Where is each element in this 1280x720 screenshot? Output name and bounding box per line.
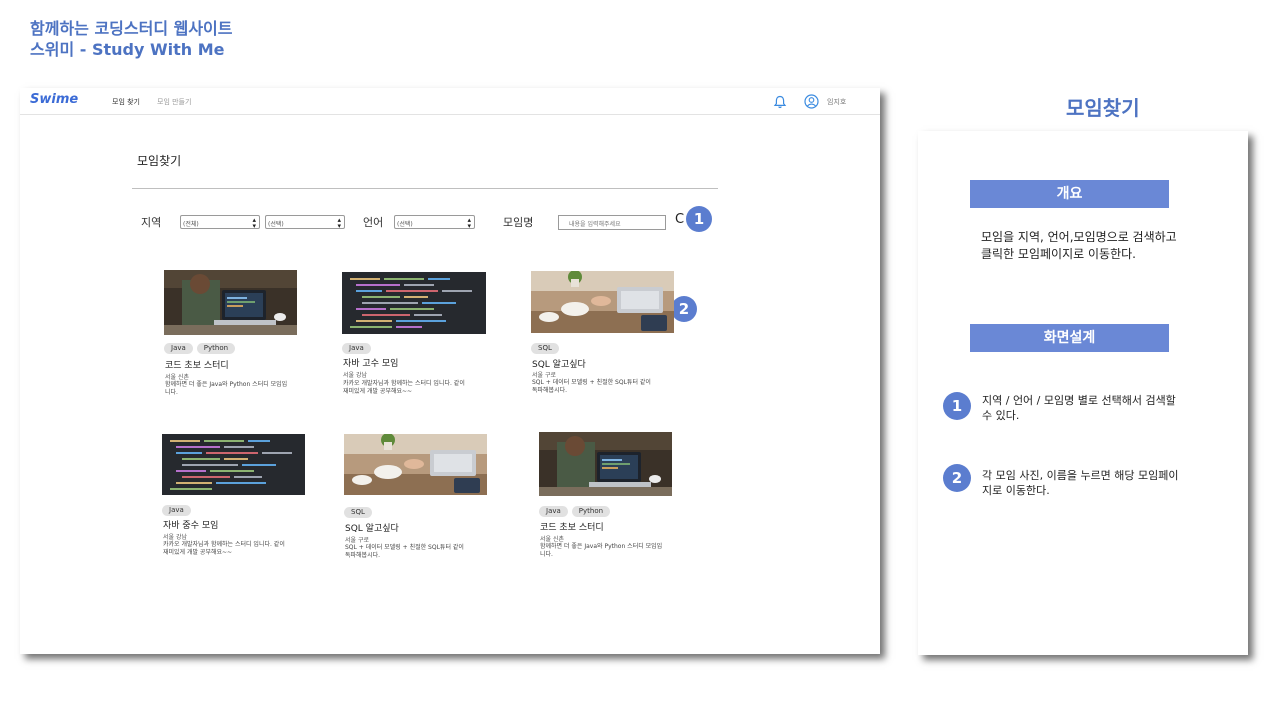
nav-create-link[interactable]: 모임 만들기 [157, 97, 191, 107]
card-image[interactable] [162, 434, 305, 495]
top-nav: Swime 모임 찾기 모임 만들기 임지호 [20, 88, 880, 115]
nav-find-link[interactable]: 모임 찾기 [112, 97, 140, 107]
card-description: 카카오 개발자님과 함께하는 스터디 입니다. 같이 재미있게 개발 공부해요~… [343, 380, 465, 395]
logo[interactable]: Swime [30, 92, 78, 107]
card-tags: Java Python [164, 343, 236, 354]
tag: SQL [344, 507, 372, 518]
search-icon[interactable]: C [675, 212, 684, 227]
divider [132, 188, 718, 189]
card-location: 서울 신촌 [165, 374, 189, 381]
card-description: 함께하면 더 좋은 Java와 Python 스터디 모임입니다. [165, 381, 288, 396]
tag: Python [196, 343, 236, 354]
tag: Java [342, 343, 371, 354]
updown-arrow-icon: ▴ ▾ [337, 216, 341, 230]
card-tags: SQL [531, 343, 559, 354]
card-title[interactable]: 자바 중수 모임 [163, 518, 218, 531]
card-description: SQL + 데이터 모델링 + 친절한 SQL튜터 같이 독파해봅시다. [345, 544, 464, 559]
card-image[interactable] [539, 432, 672, 496]
marker-2: 2 [671, 296, 697, 322]
user-circle-icon[interactable] [804, 94, 819, 109]
region-select-1[interactable]: (전체) ▴ ▾ [180, 215, 260, 230]
card-image[interactable] [164, 270, 297, 335]
region-label: 지역 [141, 216, 162, 229]
card-location: 서울 구로 [532, 372, 556, 379]
card-tags: Java [162, 505, 191, 516]
tag: SQL [531, 343, 559, 354]
card-title[interactable]: SQL 알고싶다 [532, 357, 586, 370]
tag: Java [539, 506, 568, 517]
card-tags: Java [342, 343, 371, 354]
side-title: 모임찾기 [1066, 96, 1140, 120]
page-mockup: Swime 모임 찾기 모임 만들기 임지호 모임찾기 지역 (전체) ▴ ▾ (선… [20, 88, 880, 654]
item-1-badge: 1 [943, 392, 971, 420]
card-image[interactable] [344, 434, 487, 495]
card-location: 서울 구로 [345, 537, 369, 544]
item-2-badge: 2 [943, 464, 971, 492]
updown-arrow-icon: ▴ ▾ [252, 216, 256, 230]
card-title[interactable]: SQL 알고싶다 [345, 521, 399, 534]
username[interactable]: 임지호 [827, 97, 846, 107]
search-input[interactable] [558, 215, 666, 230]
card-title[interactable]: 코드 초보 스터디 [540, 520, 604, 533]
card-location: 서울 강남 [343, 372, 367, 379]
region-select-2-value: (선택) [268, 221, 284, 228]
item-2-text: 각 모임 사진, 이름을 누르면 해당 모임페이지로 이동한다. [982, 469, 1179, 497]
card-location: 서울 강남 [163, 534, 187, 541]
card-title[interactable]: 자바 고수 모임 [343, 356, 398, 369]
overview-header: 개요 [970, 180, 1169, 208]
card-tags: Java Python [539, 506, 611, 517]
tag: Java [164, 343, 193, 354]
card-tags: SQL [344, 507, 372, 518]
group-name-label: 모임명 [503, 216, 534, 229]
item-1-text: 지역 / 언어 / 모임명 별로 선택해서 검색할 수 있다. [982, 394, 1176, 422]
card-title[interactable]: 코드 초보 스터디 [165, 358, 229, 371]
page-title: 모임찾기 [137, 154, 182, 168]
lang-select[interactable]: (선택) ▴ ▾ [394, 215, 475, 230]
overview-text: 모임을 지역, 언어,모임명으로 검색하고 클릭한 모임페이지로 이동한다. [981, 230, 1177, 261]
tag: Python [571, 506, 611, 517]
tag: Java [162, 505, 191, 516]
card-description: 함께하면 더 좋은 Java와 Python 스터디 모임입니다. [540, 543, 663, 558]
description-panel: 개요 모임을 지역, 언어,모임명으로 검색하고 클릭한 모임페이지로 이동한다… [918, 131, 1248, 655]
card-location: 서울 신촌 [540, 536, 564, 543]
updown-arrow-icon: ▴ ▾ [467, 216, 471, 230]
region-select-1-value: (전체) [183, 221, 199, 228]
slide-title: 함께하는 코딩스터디 웹사이트 스위미 - Study With Me [30, 18, 233, 60]
slide-title-line2: 스위미 - Study With Me [30, 40, 225, 59]
card-description: SQL + 데이터 모델링 + 친절한 SQL튜터 같이 독파해봅시다. [532, 379, 651, 394]
slide-title-line1: 함께하는 코딩스터디 웹사이트 [30, 19, 233, 38]
bell-icon[interactable] [773, 95, 787, 109]
region-select-2[interactable]: (선택) ▴ ▾ [265, 215, 345, 230]
card-image[interactable] [531, 271, 674, 333]
marker-1: 1 [686, 206, 712, 232]
card-image[interactable] [342, 272, 486, 334]
lang-select-value: (선택) [397, 221, 413, 228]
design-header: 화면설계 [970, 324, 1169, 352]
card-description: 카카오 개발자님과 함께하는 스터디 입니다. 같이 재미있게 개발 공부해요~… [163, 541, 285, 556]
lang-label: 언어 [363, 216, 384, 229]
